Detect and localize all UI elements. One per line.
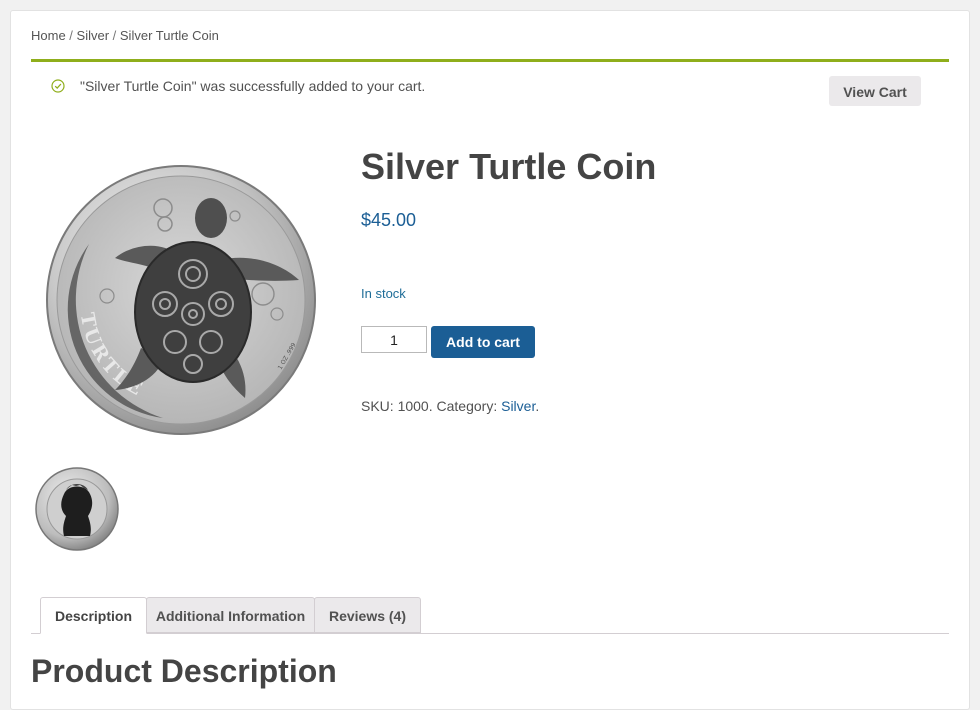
product-title: Silver Turtle Coin	[361, 146, 657, 187]
product-meta: SKU: 1000. Category: Silver.	[361, 398, 539, 414]
category-end: .	[535, 398, 540, 414]
sku-label: SKU:	[361, 398, 398, 414]
tab-description[interactable]: Description	[40, 597, 147, 634]
product-summary: Silver Turtle Coin $45.00 In stock Add t…	[361, 146, 941, 414]
breadcrumb-home-link[interactable]: Home	[31, 28, 66, 43]
product-description-heading: Product Description	[31, 653, 337, 689]
add-to-cart-button[interactable]: Add to cart	[431, 326, 535, 358]
breadcrumb-category-link[interactable]: Silver	[77, 28, 110, 43]
turtle-coin-image[interactable]: TURTLE 1 OZ .999	[45, 164, 317, 436]
check-circle-icon	[51, 79, 65, 93]
quantity-input[interactable]	[361, 326, 427, 353]
sku-value: 1000	[397, 398, 429, 414]
breadcrumb-separator: /	[109, 28, 120, 43]
category-label: . Category:	[428, 398, 502, 414]
coin-reverse-thumbnail[interactable]	[34, 466, 120, 552]
product-price: $45.00	[361, 210, 417, 230]
breadcrumb: Home / Silver / Silver Turtle Coin	[31, 28, 219, 43]
product-tabs: Description Additional Information Revie…	[31, 597, 949, 634]
notice-message: "Silver Turtle Coin" was successfully ad…	[80, 78, 426, 94]
breadcrumb-separator: /	[65, 28, 77, 43]
tab-additional-information[interactable]: Additional Information	[146, 597, 315, 633]
tab-reviews[interactable]: Reviews (4)	[314, 597, 421, 633]
page-container: Home / Silver / Silver Turtle Coin "Silv…	[10, 10, 970, 710]
category-link[interactable]: Silver	[501, 398, 535, 414]
stock-status: In stock	[361, 286, 406, 301]
view-cart-button[interactable]: View Cart	[829, 76, 921, 106]
breadcrumb-current: Silver Turtle Coin	[119, 28, 219, 43]
cart-notice: "Silver Turtle Coin" was successfully ad…	[31, 59, 949, 111]
